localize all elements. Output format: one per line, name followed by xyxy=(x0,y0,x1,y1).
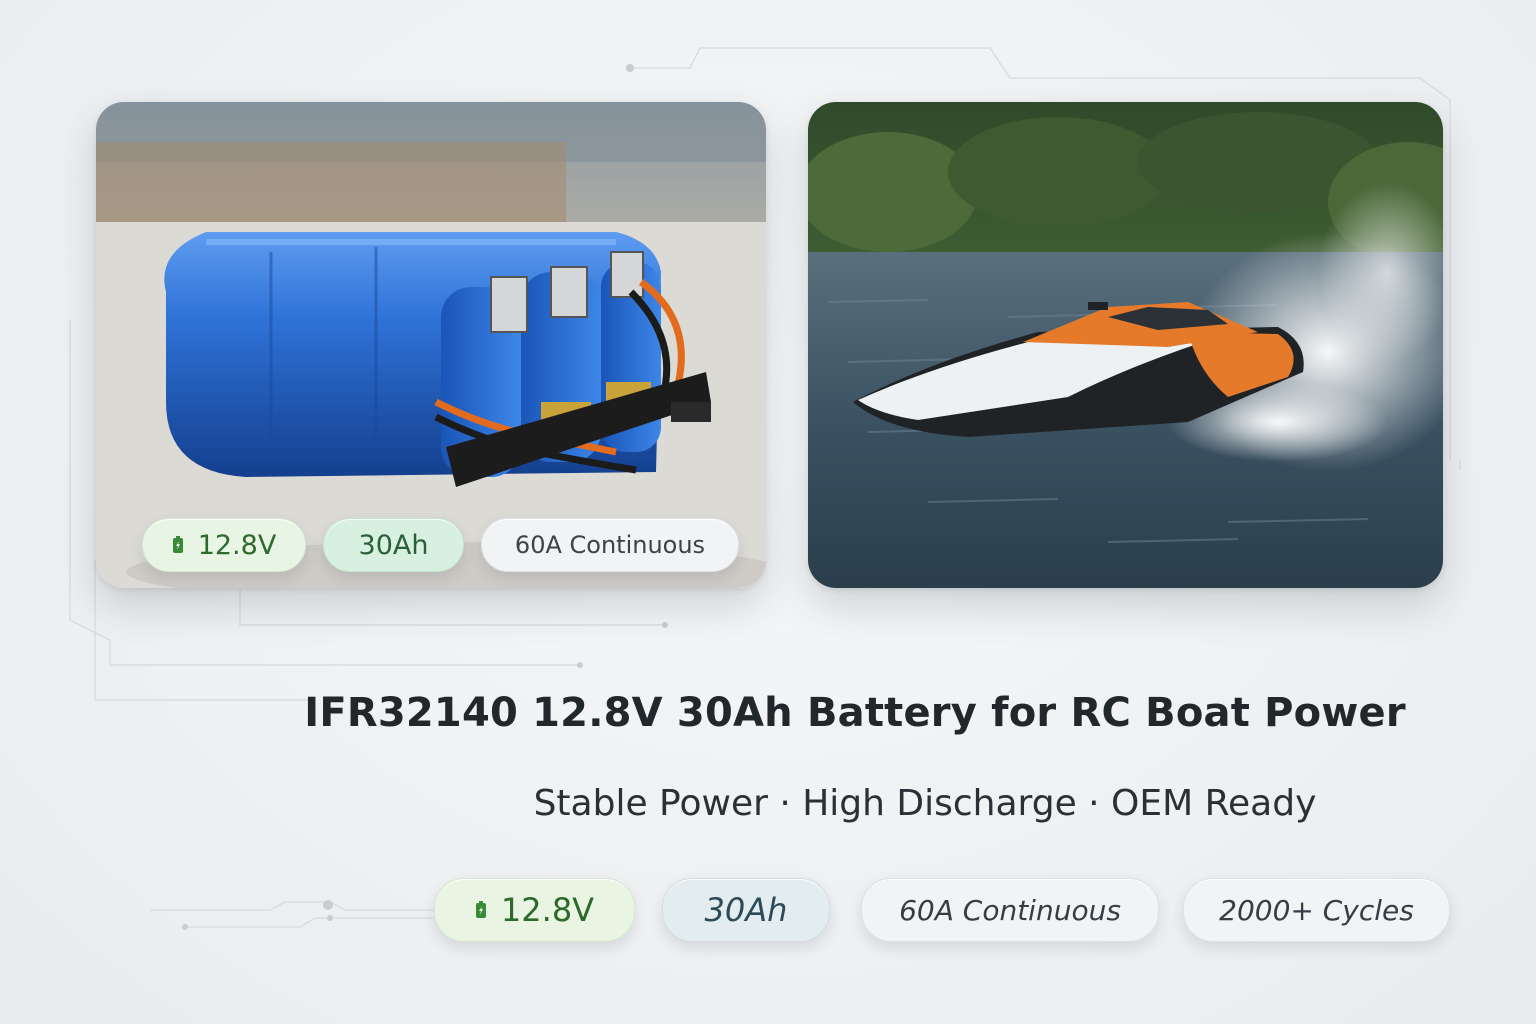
cycles-badge: 2000+ Cycles xyxy=(1183,878,1450,942)
product-title: IFR32140 12.8V 30Ah Battery for RC Boat … xyxy=(304,690,1406,736)
card-voltage-value: 12.8V xyxy=(197,529,277,561)
current-value: 60A Continuous xyxy=(899,893,1121,927)
card-current-badge: 60A Continuous xyxy=(481,518,739,572)
voltage-value: 12.8V xyxy=(500,891,595,929)
cycles-value: 2000+ Cycles xyxy=(1219,893,1414,927)
capacity-badge: 30Ah xyxy=(662,878,830,942)
current-badge: 60A Continuous xyxy=(861,878,1159,942)
product-subtitle: Stable Power · High Discharge · OEM Read… xyxy=(533,783,1317,824)
card-capacity-badge: 30Ah xyxy=(323,518,464,572)
battery-image-card xyxy=(96,102,766,588)
battery-bolt-icon xyxy=(475,901,487,919)
capacity-value: 30Ah xyxy=(704,891,788,929)
card-voltage-badge: 12.8V xyxy=(142,518,306,572)
card-current-value: 60A Continuous xyxy=(514,531,706,559)
battery-bolt-icon xyxy=(172,536,184,554)
rc-boat-image-card xyxy=(808,102,1443,588)
rc-boat-illustration xyxy=(808,102,1443,588)
voltage-badge: 12.8V xyxy=(434,878,635,942)
card-capacity-value: 30Ah xyxy=(358,529,429,561)
battery-pack-illustration xyxy=(96,102,766,588)
